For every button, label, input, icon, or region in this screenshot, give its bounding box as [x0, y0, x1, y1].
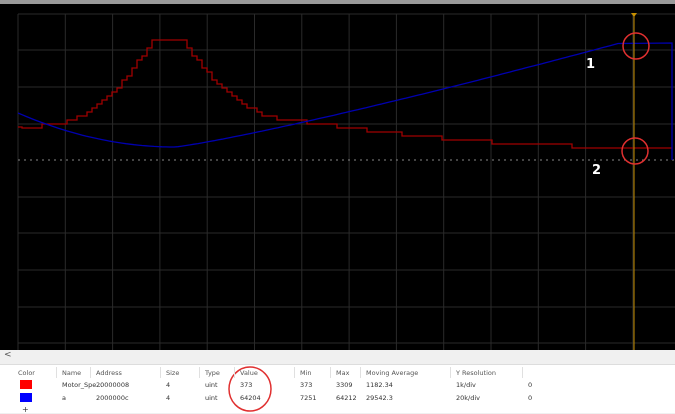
cell-address: 2000000c: [96, 394, 129, 402]
column-divider: [56, 367, 57, 378]
cell-type: uint: [205, 381, 218, 389]
cell-size: 4: [166, 381, 171, 389]
cell-extra: 0: [528, 381, 533, 389]
cell-y-resolution: 1k/div: [456, 381, 476, 389]
cell-value: 64204: [240, 394, 261, 402]
column-divider: [234, 367, 235, 378]
column-header[interactable]: Moving Average: [366, 369, 418, 377]
variables-table: Color Name Address Size Type Value Min Max Movin…: [0, 365, 675, 414]
horizontal-scrollbar[interactable]: <: [0, 350, 675, 365]
column-divider: [160, 367, 161, 378]
scroll-left-icon[interactable]: <: [4, 350, 12, 360]
cell-max: 3309: [336, 381, 353, 389]
grid: [17, 13, 675, 350]
column-header[interactable]: Type: [205, 369, 220, 377]
column-header[interactable]: Max: [336, 369, 349, 377]
cell-size: 4: [166, 394, 171, 402]
annotation-1: 1: [586, 57, 595, 72]
a-trace: [17, 42, 673, 160]
column-divider: [522, 367, 523, 378]
cell-moving-average: 29542.3: [366, 394, 393, 402]
cell-value: 373: [240, 381, 253, 389]
cursor-handle[interactable]: [631, 13, 637, 17]
column-header[interactable]: Address: [96, 369, 122, 377]
highlight-circle-2: [621, 137, 649, 165]
cell-max: 64212: [336, 394, 357, 402]
color-swatch[interactable]: [20, 380, 32, 389]
motor-speed-trace: [18, 39, 672, 149]
column-header[interactable]: Y Resolution: [456, 369, 496, 377]
cell-address: 20000008: [96, 381, 130, 389]
column-divider: [294, 367, 295, 378]
cell-name: a: [62, 394, 66, 402]
cell-min: 373: [300, 381, 313, 389]
column-header[interactable]: Min: [300, 369, 312, 377]
column-header[interactable]: Color: [18, 369, 35, 377]
highlight-circle-1: [622, 32, 650, 60]
column-divider: [360, 367, 361, 378]
cell-moving-average: 1182.34: [366, 381, 393, 389]
column-divider: [199, 367, 200, 378]
cell-type: uint: [205, 394, 218, 402]
cell-extra: 0: [528, 394, 533, 402]
annotation-2: 2: [592, 163, 601, 178]
cell-y-resolution: 20k/div: [456, 394, 481, 402]
column-divider: [330, 367, 331, 378]
color-swatch[interactable]: [20, 393, 32, 402]
cell-min: 7251: [300, 394, 317, 402]
column-divider: [90, 367, 91, 378]
column-divider: [450, 367, 451, 378]
column-header[interactable]: Value: [240, 369, 258, 377]
plot-area[interactable]: 1 2: [0, 4, 675, 350]
column-header[interactable]: Size: [166, 369, 179, 377]
column-header[interactable]: Name: [62, 369, 81, 377]
